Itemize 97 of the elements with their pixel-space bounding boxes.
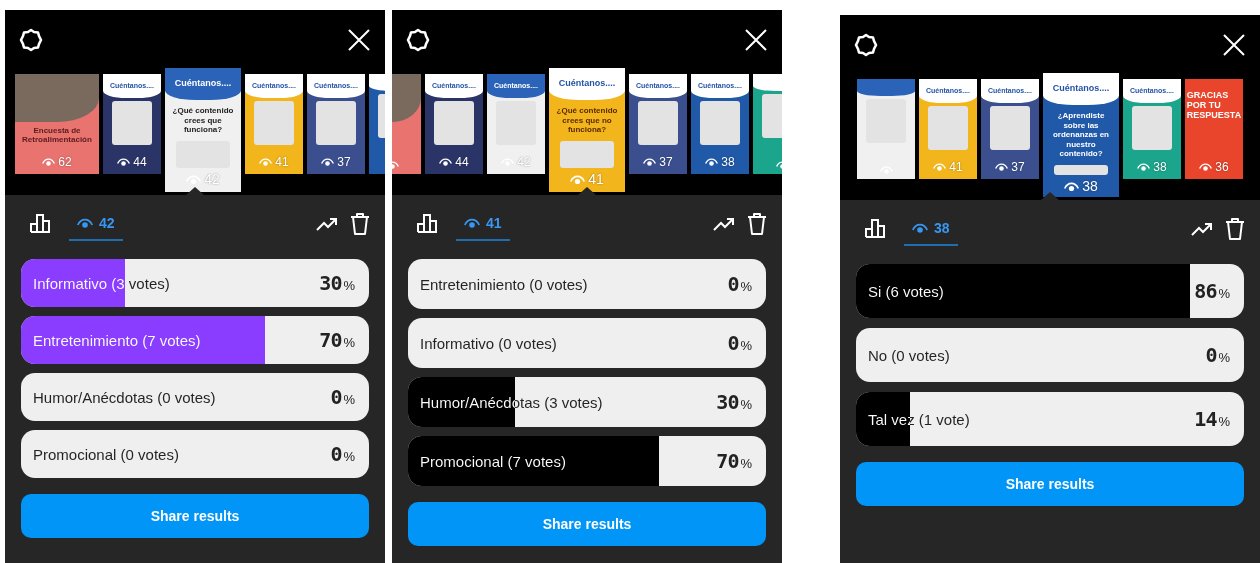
- percent-sign: %: [740, 397, 752, 412]
- percent-sign: %: [343, 278, 355, 293]
- percent-sign: %: [1218, 414, 1230, 429]
- eye-icon: [464, 217, 480, 229]
- poll-sticker: [927, 106, 969, 150]
- trash-icon[interactable]: [349, 212, 371, 236]
- bar-chart-icon: [864, 217, 886, 239]
- eye-icon: [933, 162, 947, 172]
- cloud-header: Cuéntanos....: [165, 68, 241, 100]
- eye-icon: [643, 157, 657, 167]
- view-count: 41: [275, 155, 289, 169]
- eye-icon: [705, 157, 719, 167]
- eye-icon: [570, 173, 586, 185]
- close-icon[interactable]: [744, 28, 768, 52]
- poll-sticker: [253, 101, 295, 145]
- percent-sign: %: [740, 456, 752, 471]
- eye-icon: [912, 222, 928, 234]
- percent-value: 70: [716, 449, 739, 473]
- poll-sticker: [111, 101, 153, 145]
- poll-sticker: [1054, 164, 1108, 175]
- percent-sign: %: [740, 338, 752, 353]
- cloud-header: Cuéntanos....: [1043, 73, 1119, 105]
- trash-icon[interactable]: [1224, 217, 1246, 241]
- percent-value: 30: [716, 390, 739, 414]
- view-count: 37: [1011, 160, 1025, 174]
- close-icon[interactable]: [347, 28, 371, 52]
- percent-value: 0: [330, 442, 342, 466]
- settings-icon[interactable]: [19, 28, 43, 52]
- settings-icon[interactable]: [406, 28, 430, 52]
- poll-sticker: [433, 101, 475, 145]
- view-count: 37: [337, 155, 351, 169]
- view-count: 38: [721, 155, 735, 169]
- eye-icon: [1137, 162, 1151, 172]
- percent-value: 86: [1194, 279, 1217, 303]
- trend-icon[interactable]: [712, 216, 736, 232]
- story-thumbnail[interactable]: GRACIAS POR TU RESPUESTA 36: [1185, 79, 1243, 179]
- view-count: 41: [949, 160, 963, 174]
- selection-notch: [186, 187, 204, 195]
- view-count: 37: [659, 155, 673, 169]
- story-title: GRACIAS POR TU RESPUESTA: [1185, 89, 1243, 122]
- eye-icon: [321, 157, 335, 167]
- story-question: ¿Qué contenido crees que no funciona?: [555, 105, 619, 137]
- settings-icon[interactable]: [854, 33, 878, 57]
- story-thumbnail[interactable]: [857, 79, 915, 179]
- poll-sticker: [699, 101, 741, 145]
- percent-sign: %: [343, 335, 355, 350]
- story-thumbnail[interactable]: Cuéntanos.... ¿Aprendiste sobre las ordenanzas en nuestro contenido? 38: [1043, 73, 1119, 197]
- percent-sign: %: [343, 392, 355, 407]
- eye-icon: [259, 157, 273, 167]
- percent-sign: %: [1218, 350, 1230, 365]
- story-question: ¿Aprendiste sobre las ordenanzas en nuestro contenido?: [1052, 110, 1110, 161]
- percent-sign: %: [1218, 286, 1230, 301]
- percent-value: 70: [319, 328, 342, 352]
- eye-icon: [42, 157, 56, 167]
- percent-sign: %: [740, 279, 752, 294]
- trash-icon[interactable]: [746, 212, 768, 236]
- percent-value: 0: [727, 272, 739, 296]
- story-title: Encuesta de Retroalimentación: [21, 125, 93, 147]
- story-thumbnail[interactable]: Encuesta de Retroalimentación 62: [15, 74, 99, 174]
- eye-icon: [995, 162, 1009, 172]
- view-count: 44: [133, 155, 147, 169]
- view-count: 38: [1153, 160, 1167, 174]
- percent-value: 0: [727, 331, 739, 355]
- cloud-header: Cuéntanos....: [549, 68, 625, 100]
- percent-value: 0: [330, 385, 342, 409]
- eye-icon: [77, 217, 93, 229]
- poll-sticker: [637, 101, 679, 145]
- bar-chart-icon: [29, 212, 51, 234]
- close-icon[interactable]: [1222, 33, 1246, 57]
- percent-sign: %: [343, 449, 355, 464]
- trend-icon[interactable]: [315, 216, 339, 232]
- views-tab[interactable]: 38: [904, 212, 958, 246]
- view-count: 36: [1215, 160, 1229, 174]
- poll-sticker: [315, 101, 357, 145]
- percent-value: 14: [1194, 407, 1217, 431]
- eye-icon: [1064, 180, 1080, 192]
- story-thumbnail[interactable]: Cuéntanos.... ¿Qué contenido crees que no funciona? 41: [549, 68, 625, 192]
- poll-sticker: [1131, 106, 1173, 150]
- poll-sticker: [560, 140, 614, 168]
- view-count: 62: [58, 155, 72, 169]
- selection-notch: [578, 187, 596, 195]
- eye-icon: [117, 157, 131, 167]
- view-count: 38: [1082, 177, 1098, 194]
- eye-icon: [439, 157, 453, 167]
- view-count: 44: [455, 155, 469, 169]
- views-tab[interactable]: 41: [456, 207, 510, 241]
- bar-chart-icon: [416, 212, 438, 234]
- cloud-header: [857, 79, 915, 96]
- selection-notch: [1041, 192, 1059, 200]
- view-count: 41: [588, 171, 604, 187]
- eye-icon: [1199, 162, 1213, 172]
- story-question: ¿Qué contenido crees que funciona?: [171, 105, 235, 137]
- poll-sticker: [989, 106, 1031, 150]
- percent-value: 0: [1205, 343, 1217, 367]
- trend-icon[interactable]: [1190, 221, 1214, 237]
- percent-value: 30: [319, 271, 342, 295]
- views-tab[interactable]: 42: [69, 207, 123, 241]
